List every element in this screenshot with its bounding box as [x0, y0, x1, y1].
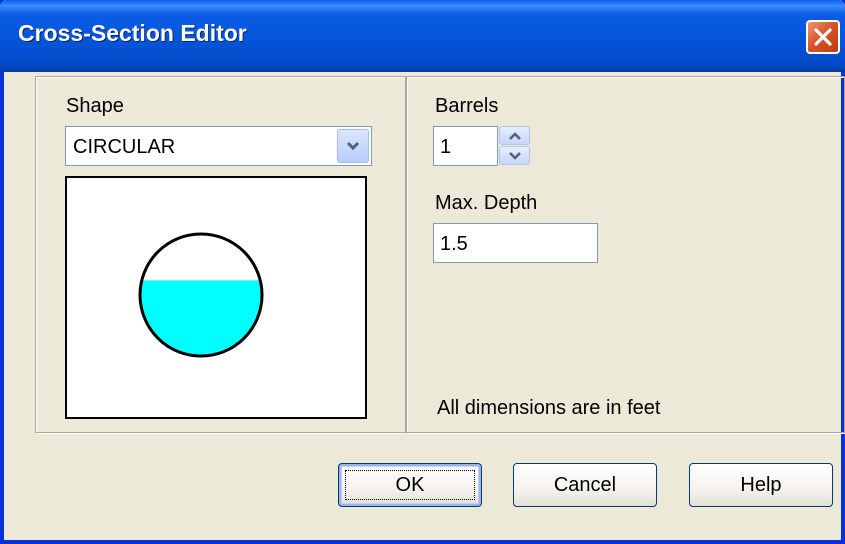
cross-section-editor-dialog: Cross-Section Editor Shape CIRCULAR Barr… [0, 0, 845, 544]
max-depth-label: Max. Depth [435, 192, 538, 214]
chevron-down-icon [509, 152, 521, 160]
shape-preview [65, 176, 367, 419]
close-button[interactable] [806, 20, 840, 54]
water-fill [140, 280, 262, 356]
shape-dropdown-value: CIRCULAR [73, 136, 176, 158]
shape-label: Shape [66, 95, 124, 117]
ok-button[interactable]: OK [338, 463, 482, 507]
circular-section-diagram [138, 232, 264, 358]
chevron-up-icon [509, 132, 521, 140]
dropdown-button[interactable] [337, 129, 369, 163]
barrels-stepper[interactable] [499, 126, 531, 166]
barrels-label: Barrels [435, 95, 499, 117]
help-button[interactable]: Help [689, 463, 833, 507]
max-depth-field[interactable]: 1.5 [433, 223, 598, 263]
barrels-value: 1 [440, 136, 452, 158]
max-depth-value: 1.5 [440, 233, 468, 255]
increment-button[interactable] [499, 126, 530, 145]
close-icon [814, 28, 832, 46]
window-title: Cross-Section Editor [18, 20, 247, 46]
decrement-button[interactable] [499, 146, 530, 165]
units-note: All dimensions are in feet [437, 397, 661, 419]
barrels-field[interactable]: 1 [433, 126, 498, 166]
title-bar[interactable]: Cross-Section Editor [0, 0, 845, 72]
shape-dropdown[interactable]: CIRCULAR [65, 126, 372, 166]
chevron-down-icon [346, 141, 360, 151]
ok-button-label: OK [395, 474, 425, 496]
cancel-button[interactable]: Cancel [513, 463, 657, 507]
